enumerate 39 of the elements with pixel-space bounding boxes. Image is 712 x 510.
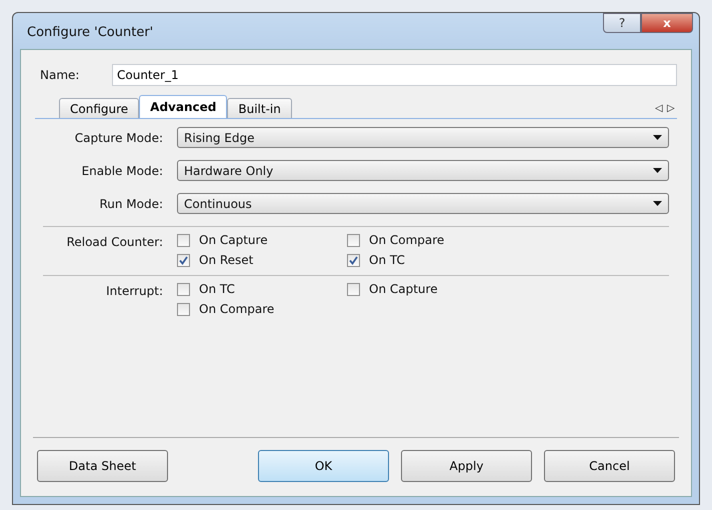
name-label: Name: bbox=[39, 68, 80, 82]
dialog-button[interactable]: Data Sheet bbox=[37, 450, 168, 482]
dialog-button[interactable]: Apply bbox=[401, 450, 532, 482]
dialog-button[interactable]: Cancel bbox=[544, 450, 675, 482]
name-field[interactable]: Counter_1 bbox=[112, 64, 677, 86]
checkbox-option[interactable]: On Reset bbox=[177, 253, 347, 267]
caret-icon bbox=[653, 135, 662, 140]
field-label: Enable Mode: bbox=[80, 164, 164, 178]
field-label: Run Mode: bbox=[98, 196, 164, 210]
checkbox[interactable] bbox=[177, 282, 190, 296]
checkbox[interactable] bbox=[347, 254, 360, 266]
help-button[interactable]: ? bbox=[603, 13, 641, 33]
group-label: Interrupt: bbox=[105, 283, 164, 298]
dropdown[interactable]: Rising Edge bbox=[177, 127, 669, 148]
scroll-right-button[interactable]: ▷ bbox=[665, 102, 677, 114]
field-label: Capture Mode: bbox=[74, 130, 164, 144]
scroll-left-button[interactable]: ◁ bbox=[653, 102, 665, 114]
close-button[interactable]: x bbox=[641, 13, 693, 33]
checkbox[interactable] bbox=[347, 234, 360, 246]
checkbox[interactable] bbox=[177, 234, 190, 246]
checkbox-option[interactable]: On TC bbox=[347, 253, 517, 267]
checkbox-option[interactable]: On Compare bbox=[177, 302, 347, 316]
caret-icon bbox=[653, 201, 662, 206]
dropdown[interactable]: Continuous bbox=[177, 193, 669, 214]
tab[interactable]: Built-in bbox=[227, 98, 292, 118]
checkbox-option[interactable]: On TC bbox=[177, 282, 347, 296]
dialog-button[interactable]: OK bbox=[258, 450, 389, 482]
dropdown[interactable]: Hardware Only bbox=[177, 160, 669, 181]
checkbox[interactable] bbox=[177, 302, 190, 316]
checkbox[interactable] bbox=[177, 254, 190, 266]
checkbox[interactable] bbox=[347, 282, 360, 296]
group-label: Reload Counter: bbox=[66, 234, 164, 249]
tab[interactable]: Advanced bbox=[139, 95, 228, 118]
caret-icon bbox=[653, 168, 662, 173]
checkbox-option[interactable]: On Capture bbox=[177, 233, 347, 247]
window-title: Configure 'Counter' bbox=[27, 25, 154, 40]
checkbox-option[interactable]: On Compare bbox=[347, 233, 517, 247]
checkbox-option[interactable]: On Capture bbox=[347, 282, 517, 296]
tab[interactable]: Configure bbox=[59, 98, 140, 118]
